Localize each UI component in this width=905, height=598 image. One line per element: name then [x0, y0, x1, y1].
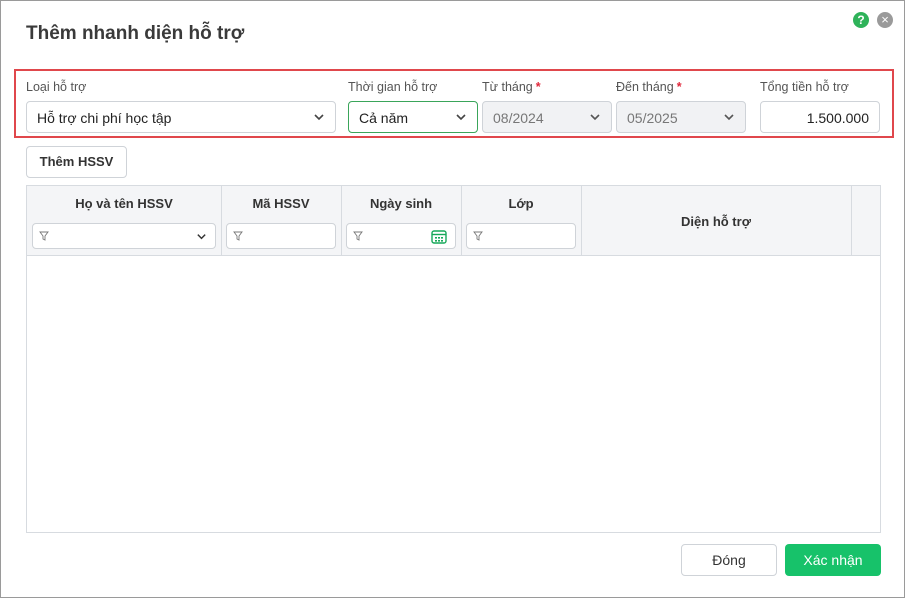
filter-icon — [39, 231, 49, 241]
support-type-value: Hỗ trợ chi phí học tập — [37, 110, 172, 126]
column-header-label: Mã HSSV — [252, 196, 310, 211]
support-type-label: Loại hỗ trợ — [26, 80, 87, 94]
dialog-title: Thêm nhanh diện hỗ trợ — [26, 23, 245, 44]
class-filter[interactable] — [466, 223, 576, 249]
column-birth-date: Ngày sinh — [341, 186, 462, 255]
birth-date-filter[interactable] — [346, 223, 456, 249]
column-header-label: Lớp — [508, 196, 534, 211]
from-month-select[interactable]: 08/2024 — [482, 101, 612, 133]
chevron-down-icon — [724, 114, 734, 121]
to-month-label: Đến tháng * — [616, 80, 682, 94]
total-amount-value: 1.500.000 — [806, 110, 869, 126]
to-month-label-text: Đến tháng — [616, 80, 674, 94]
chevron-down-icon — [456, 114, 466, 121]
from-month-label-text: Từ tháng — [482, 80, 533, 94]
support-period-value: Cả năm — [359, 110, 409, 126]
table-body — [27, 256, 880, 532]
full-name-filter[interactable] — [32, 223, 216, 249]
column-full-name: Họ và tên HSSV — [27, 186, 222, 255]
to-month-select[interactable]: 05/2025 — [616, 101, 746, 133]
close-icon[interactable]: × — [877, 12, 893, 28]
column-header-label: Ngày sinh — [369, 196, 433, 211]
chevron-down-icon — [590, 114, 600, 121]
to-month-value: 05/2025 — [627, 110, 678, 126]
support-type-select[interactable]: Hỗ trợ chi phí học tập — [26, 101, 336, 133]
confirm-button[interactable]: Xác nhận — [785, 544, 881, 576]
column-class: Lớp — [461, 186, 582, 255]
add-student-button[interactable]: Thêm HSSV — [26, 146, 127, 178]
column-support-category: Diện hỗ trợ — [581, 186, 852, 255]
support-period-label: Thời gian hỗ trợ — [348, 80, 438, 94]
column-header-label: Diện hỗ trợ — [681, 214, 751, 229]
filter-icon — [233, 231, 243, 241]
from-month-label: Từ tháng * — [482, 80, 541, 94]
filter-icon — [353, 231, 363, 241]
column-header-label: Họ và tên HSSV — [75, 196, 173, 211]
close-button[interactable]: Đóng — [681, 544, 777, 576]
table-header: Họ và tên HSSV Mã HSSV Ngày sinh Lớp Diệ… — [27, 186, 880, 256]
column-student-code: Mã HSSV — [221, 186, 342, 255]
support-period-select[interactable]: Cả năm — [348, 101, 478, 133]
total-amount-input[interactable]: 1.500.000 — [760, 101, 880, 133]
chevron-down-icon — [314, 114, 324, 121]
required-mark: * — [676, 80, 682, 94]
filter-icon — [473, 231, 483, 241]
student-table: Họ và tên HSSV Mã HSSV Ngày sinh Lớp Diệ… — [26, 185, 881, 533]
student-code-filter[interactable] — [226, 223, 336, 249]
required-mark: * — [535, 80, 541, 94]
help-icon[interactable]: ? — [853, 12, 869, 28]
total-amount-label: Tổng tiền hỗ trợ — [760, 80, 849, 94]
calendar-icon[interactable] — [431, 229, 447, 244]
chevron-down-icon[interactable] — [196, 231, 207, 242]
quick-add-support-dialog: Thêm nhanh diện hỗ trợ ? × Loại hỗ trợ T… — [0, 0, 905, 598]
from-month-value: 08/2024 — [493, 110, 544, 126]
